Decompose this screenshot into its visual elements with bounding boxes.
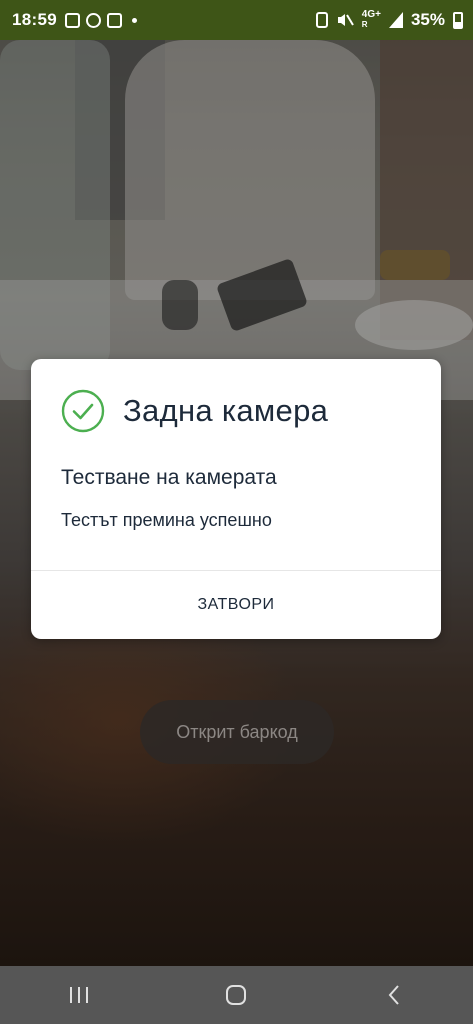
home-button[interactable] (206, 970, 266, 1020)
gallery-icon (64, 12, 80, 28)
status-bar: 18:59 4G+ R 35% (0, 0, 473, 40)
recents-icon (69, 987, 88, 1003)
system-icons: 4G+ R 35% (315, 9, 463, 30)
dialog-header: Задна камера (61, 389, 328, 433)
check-circle-icon (61, 389, 105, 433)
network-type: 4G+ (361, 9, 381, 20)
roaming-indicator: R (361, 20, 368, 29)
battery-percent: 35% (410, 10, 445, 29)
battery-icon (453, 11, 463, 29)
mute-icon (337, 14, 354, 26)
barcode-detected-label: Открит баркод (176, 721, 298, 742)
close-button[interactable]: ЗАТВОРИ (31, 571, 441, 639)
navigation-bar (0, 966, 473, 1024)
dialog-message: Тестът премина успешно (61, 510, 272, 530)
more-notifications-icon (131, 17, 137, 23)
notification-icons (64, 12, 137, 28)
instagram-icon (106, 12, 122, 28)
recents-button[interactable] (49, 970, 109, 1020)
back-button[interactable] (364, 970, 424, 1020)
messenger-icon (85, 12, 101, 28)
dialog-subtitle: Тестване на камерата (61, 466, 277, 489)
camera-test-dialog: Задна камера Тестване на камерата Тестът… (31, 359, 441, 639)
signal-icon (388, 12, 403, 28)
home-icon (226, 985, 247, 1005)
status-time: 18:59 (12, 10, 57, 29)
battery-saver-icon (315, 12, 328, 28)
dialog-title: Задна камера (123, 393, 329, 428)
barcode-detected-button[interactable]: Открит баркод (140, 700, 334, 764)
back-icon (388, 985, 399, 1005)
